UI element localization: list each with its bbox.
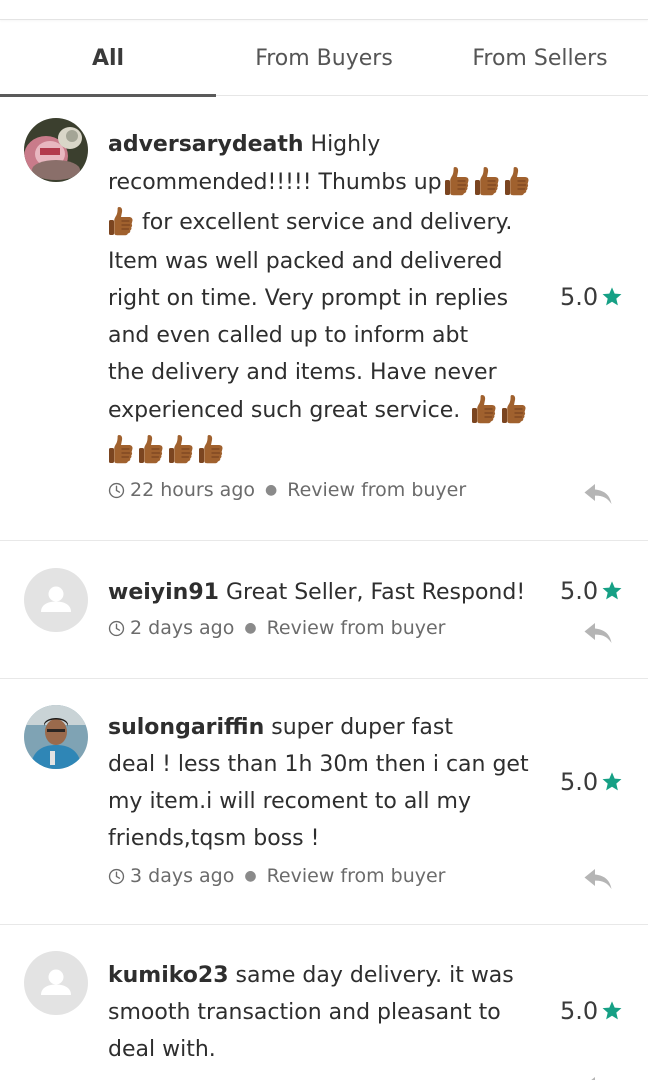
top-bar [0,0,648,20]
review-comment: the delivery and items. Have never [108,360,497,385]
reply-icon[interactable] [583,1075,613,1080]
thumbs-up-emoji-icon [138,434,164,464]
review-comment: experienced such great service. [108,398,461,423]
review-comment: super duper fast [271,715,453,740]
review-comment: recommended!!!!! Thumbs up [108,170,442,195]
reviewer-username[interactable]: sulongariffin [108,715,264,740]
thumbs-up-emoji-icon [474,166,500,196]
star-icon [601,286,623,308]
review-meta: 22 hours ago ● Review from buyer [108,475,548,505]
thumbs-up-emoji-icon [504,166,530,196]
review-text: weiyin91 Great Seller, Fast Respond! [108,574,548,611]
clock-icon [108,868,125,885]
review-rating: 5.0 [560,768,623,796]
review-text: sulongariffin super duper fast deal ! le… [108,709,548,857]
review-rating: 5.0 [560,283,623,311]
rating-value: 5.0 [560,997,599,1025]
review-item: kumiko23 same day delivery. it was smoot… [0,925,648,1080]
thumbs-up-emoji-icon [108,434,134,464]
thumbs-up-emoji-icon [168,434,194,464]
review-comment: and even called up to inform abt [108,323,469,348]
review-comment: deal with. [108,1037,216,1062]
avatar[interactable] [24,951,88,1015]
avatar[interactable] [24,118,88,182]
user-avatar-icon [24,118,88,182]
thumbs-up-emoji-icon [501,394,527,424]
star-icon [601,580,623,602]
thumbs-up-emoji-icon [108,206,134,236]
review-comment: friends,tqsm boss ! [108,826,320,851]
thumbs-up-emoji-icon [444,166,470,196]
review-filter-tabs: All From Buyers From Sellers [0,20,648,97]
review-comment: Great Seller, Fast Respond! [225,580,526,605]
review-body: kumiko23 same day delivery. it was smoot… [108,957,548,1068]
reviewer-username[interactable]: adversarydeath [108,132,304,157]
rating-value: 5.0 [560,768,599,796]
review-item: weiyin91 Great Seller, Fast Respond! 2 d… [0,541,648,679]
clock-icon [108,620,125,637]
review-source: Review from buyer [287,479,467,501]
review-body: weiyin91 Great Seller, Fast Respond! 2 d… [108,574,548,643]
review-body: adversarydeath Highly recommended!!!!! T… [108,126,548,505]
review-list: adversarydeath Highly recommended!!!!! T… [0,96,648,1080]
reply-icon[interactable] [583,482,613,506]
reply-icon[interactable] [583,621,613,645]
separator-dot: ● [244,620,257,636]
review-time: 22 hours ago [130,479,256,501]
review-comment: my item.i will recoment to all my [108,789,471,814]
star-icon [601,1000,623,1022]
review-comment: right on time. Very prompt in replies [108,286,509,311]
thumbs-up-emoji-icon [471,394,497,424]
star-icon [601,771,623,793]
user-avatar-icon [24,705,88,769]
review-rating: 5.0 [560,997,623,1025]
review-comment: Highly [310,132,381,157]
avatar[interactable] [24,568,88,632]
review-comment: deal ! less than 1h 30m then i can get [108,752,529,777]
thumbs-up-emoji-icon [198,434,224,464]
review-rating: 5.0 [560,577,623,605]
review-comment: same day delivery. it was [235,963,514,988]
review-item: adversarydeath Highly recommended!!!!! T… [0,96,648,541]
review-comment: for excellent service and delivery. [142,210,513,235]
rating-value: 5.0 [560,283,599,311]
separator-dot: ● [265,482,278,498]
review-source: Review from buyer [266,865,446,887]
review-meta: 2 days ago ● Review from buyer [108,613,548,643]
reviewer-username[interactable]: weiyin91 [108,580,219,605]
review-time: 3 days ago [130,865,235,887]
review-meta: 3 days ago ● Review from buyer [108,861,548,891]
review-text: kumiko23 same day delivery. it was smoot… [108,957,548,1068]
separator-dot: ● [244,868,257,884]
user-avatar-icon [24,951,88,1015]
clock-icon [108,482,125,499]
tab-all[interactable]: All [0,20,216,97]
avatar[interactable] [24,705,88,769]
review-comment: smooth transaction and pleasant to [108,1000,501,1025]
reply-icon[interactable] [583,867,613,891]
reviewer-username[interactable]: kumiko23 [108,963,229,988]
review-comment: Item was well packed and delivered [108,249,503,274]
review-text: adversarydeath Highly recommended!!!!! T… [108,126,548,471]
review-body: sulongariffin super duper fast deal ! le… [108,709,548,891]
review-item: sulongariffin super duper fast deal ! le… [0,679,648,925]
rating-value: 5.0 [560,577,599,605]
tab-from-sellers[interactable]: From Sellers [432,20,648,96]
review-time: 2 days ago [130,617,235,639]
tab-from-buyers[interactable]: From Buyers [216,20,432,96]
review-source: Review from buyer [266,617,446,639]
user-avatar-icon [24,568,88,632]
